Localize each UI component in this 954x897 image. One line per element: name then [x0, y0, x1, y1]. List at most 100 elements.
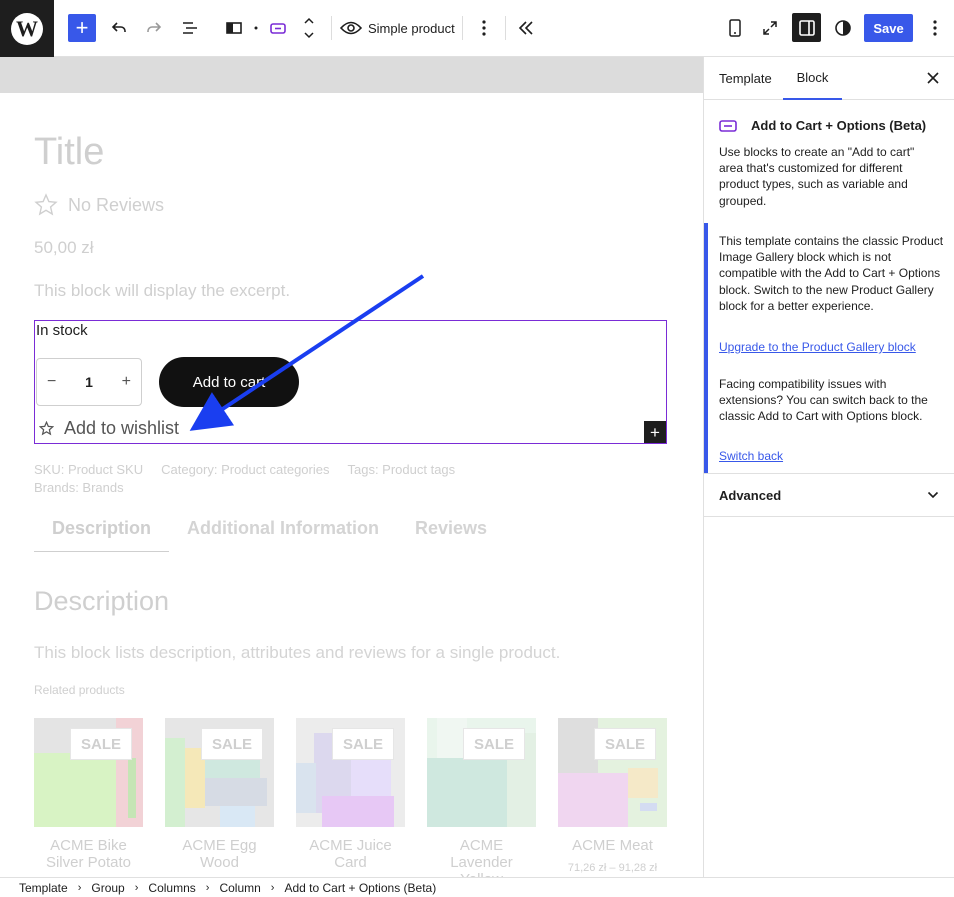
description-heading[interactable]: Description [34, 586, 169, 617]
quantity-increase-button[interactable]: + [122, 373, 131, 391]
tab-template[interactable]: Template [719, 57, 772, 100]
eye-icon [340, 21, 362, 35]
product-name[interactable]: ACME Lavender Yellow [427, 837, 536, 877]
tab-reviews[interactable]: Reviews [397, 518, 505, 552]
quantity-value[interactable]: 1 [85, 374, 93, 390]
related-products-heading[interactable]: Related products [34, 683, 125, 697]
zoom-out-button[interactable] [754, 12, 786, 44]
sale-badge: SALE [70, 728, 132, 760]
compatibility-notice: This template contains the classic Produ… [704, 223, 954, 473]
redo-button[interactable] [138, 12, 170, 44]
breadcrumb-item-add-to-cart[interactable]: Add to Cart + Options (Beta) [284, 881, 436, 895]
product-card[interactable]: SALE ACME Lavender Yellow [427, 718, 536, 877]
product-card[interactable]: SALE ACME Egg Wood [165, 718, 274, 877]
product-card[interactable]: SALE ACME Bike Silver Potato [34, 718, 143, 877]
product-image[interactable]: SALE [165, 718, 274, 827]
product-card[interactable]: SALE ACME Juice Card [296, 718, 405, 877]
notice-text-gallery: This template contains the classic Produ… [719, 234, 944, 313]
device-preview-button[interactable] [719, 12, 751, 44]
wishlist-label: Add to wishlist [64, 418, 180, 438]
quantity-decrease-button[interactable]: − [47, 373, 56, 391]
redo-icon [147, 22, 162, 32]
half-circle-icon [835, 20, 851, 36]
mobile-icon [729, 19, 741, 37]
tab-description[interactable]: Description [34, 518, 170, 552]
block-card-title: Add to Cart + Options (Beta) [751, 118, 927, 133]
dot-icon [254, 26, 258, 30]
wordpress-logo-letter: W [16, 15, 38, 41]
add-to-cart-block-icon [270, 23, 286, 34]
product-rating[interactable]: No Reviews [34, 193, 164, 217]
block-breadcrumb: Template › Group › Columns › Column › Ad… [0, 877, 954, 897]
advanced-panel-toggle[interactable]: Advanced [704, 473, 954, 517]
sale-badge: SALE [463, 728, 525, 760]
product-image[interactable]: SALE [427, 718, 536, 827]
list-view-icon [183, 22, 197, 34]
product-image[interactable]: SALE [296, 718, 405, 827]
tab-additional-information[interactable]: Additional Information [169, 518, 397, 552]
top-toolbar: W + Simple product Save [0, 0, 954, 57]
product-name[interactable]: ACME Meat [558, 837, 667, 854]
product-card[interactable]: SALE ACME Meat 71,26 zł – 91,28 zł [558, 718, 667, 877]
product-category[interactable]: Category: Product categories [161, 462, 329, 477]
tab-block[interactable]: Block [783, 57, 842, 100]
product-name[interactable]: ACME Juice Card [296, 837, 405, 871]
product-tags[interactable]: Tags: Product tags [347, 462, 455, 477]
plus-icon: + [75, 15, 89, 40]
close-sidebar-button[interactable] [924, 69, 942, 87]
stock-status: In stock [36, 322, 88, 339]
add-to-cart-options-block[interactable]: In stock − 1 + Add to cart Add to wishli… [34, 320, 667, 444]
block-options-button[interactable] [468, 12, 500, 44]
product-name[interactable]: ACME Bike Silver Potato [34, 837, 143, 871]
document-overview-button[interactable] [174, 12, 206, 44]
product-name[interactable]: ACME Egg Wood [165, 837, 274, 871]
breadcrumb-item-column[interactable]: Column [219, 881, 260, 895]
product-image[interactable]: SALE [34, 718, 143, 827]
quantity-stepper[interactable]: − 1 + [36, 358, 142, 406]
save-label: Save [873, 20, 904, 36]
block-type-button[interactable] [262, 12, 294, 44]
options-menu-button[interactable] [919, 12, 951, 44]
toolbar-divider [462, 16, 463, 40]
product-title[interactable]: Title [34, 131, 104, 174]
parent-block-button[interactable] [218, 12, 250, 44]
product-excerpt[interactable]: This block will display the excerpt. [34, 281, 290, 301]
collapse-toolbar-button[interactable] [510, 12, 542, 44]
block-inserter-button[interactable]: + [68, 14, 96, 42]
preview-product-button[interactable]: Simple product [340, 12, 455, 44]
more-vertical-icon [482, 20, 486, 36]
breadcrumb-item-group[interactable]: Group [91, 881, 124, 895]
product-image[interactable]: SALE [558, 718, 667, 827]
styles-button[interactable] [827, 12, 859, 44]
more-vertical-icon [933, 20, 937, 36]
block-appender-button[interactable]: + [644, 421, 666, 443]
add-to-cart-button[interactable]: Add to cart [159, 357, 299, 407]
product-brands[interactable]: Brands: Brands [34, 480, 124, 495]
wordpress-logo-button[interactable]: W [0, 0, 54, 57]
upgrade-gallery-link[interactable]: Upgrade to the Product Gallery block [719, 340, 916, 354]
chevron-up-icon[interactable] [303, 17, 315, 25]
settings-sidebar-toggle[interactable] [792, 13, 821, 42]
add-to-wishlist-link[interactable]: Add to wishlist [39, 418, 179, 439]
switch-back-link[interactable]: Switch back [719, 449, 783, 463]
close-icon [927, 72, 939, 84]
product-sku[interactable]: SKU: Product SKU [34, 462, 143, 477]
save-button[interactable]: Save [864, 14, 913, 42]
undo-button[interactable] [103, 12, 135, 44]
reviews-label: No Reviews [68, 194, 165, 215]
toolbar-dot-separator [252, 12, 260, 44]
chevron-down-icon[interactable] [303, 31, 315, 39]
chevron-right-icon: › [205, 881, 210, 894]
product-price[interactable]: 50,00 zł [34, 238, 94, 258]
breadcrumb-item-template[interactable]: Template [19, 881, 68, 895]
chevron-right-icon: › [270, 881, 275, 894]
wordpress-logo-icon: W [11, 12, 43, 45]
description-text[interactable]: This block lists description, attributes… [34, 643, 560, 663]
move-block-buttons[interactable] [300, 12, 318, 44]
sale-badge: SALE [332, 728, 394, 760]
sale-badge: SALE [594, 728, 656, 760]
breadcrumb-item-columns[interactable]: Columns [148, 881, 195, 895]
chevron-right-icon: › [134, 881, 139, 894]
sale-badge: SALE [201, 728, 263, 760]
toolbar-divider [331, 16, 332, 40]
